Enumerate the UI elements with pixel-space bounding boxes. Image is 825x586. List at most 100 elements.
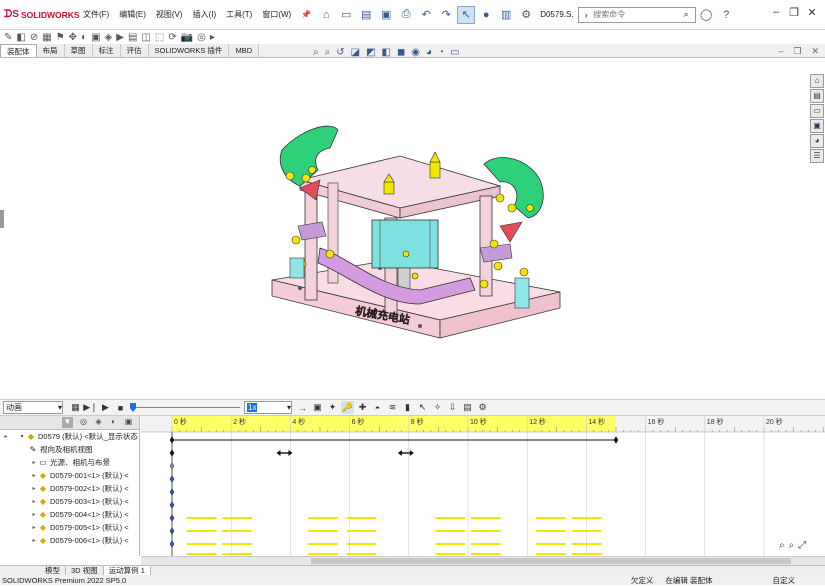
expand-icon[interactable]: ▸ — [30, 485, 38, 492]
change-bar[interactable] — [346, 517, 377, 519]
user-account-icon[interactable]: ◯ — [697, 6, 715, 24]
bill-of-materials-icon[interactable]: ▤ — [128, 32, 137, 43]
tree-item-part[interactable]: ▸ ◆ D0579-003<1> (默认) < — [0, 495, 139, 508]
panel-collapse-handle[interactable] — [0, 210, 4, 228]
tree-item-lights[interactable]: ▸ ▭ 光源、相机与布景 — [0, 456, 139, 469]
expand-icon[interactable]: ▸ — [30, 498, 38, 505]
damper-icon[interactable]: ▮ — [401, 401, 414, 414]
smart-fasteners-icon[interactable]: ⚑ — [56, 32, 65, 43]
command-search[interactable]: › ⌕ — [578, 6, 697, 23]
change-bar[interactable] — [470, 543, 501, 545]
view-key-point[interactable] — [276, 450, 281, 456]
appearances-icon[interactable]: ◕ — [810, 134, 824, 148]
change-bar[interactable] — [186, 517, 217, 519]
change-bar[interactable] — [536, 553, 566, 555]
change-bar[interactable] — [571, 517, 602, 519]
change-bar[interactable] — [346, 530, 377, 532]
pin-icon[interactable]: 📌 — [296, 10, 316, 19]
contact-icon[interactable]: ✧ — [431, 401, 444, 414]
change-bar[interactable] — [186, 530, 217, 532]
save-animation-icon[interactable]: ▣ — [311, 401, 324, 414]
change-bar[interactable] — [435, 530, 466, 532]
force-icon[interactable]: ↖ — [416, 401, 429, 414]
tab-evaluate[interactable]: 评估 — [120, 44, 149, 57]
traffic-light-icon[interactable]: ● — [477, 6, 495, 24]
print-icon[interactable]: ⎙ — [397, 6, 415, 24]
playback-slider[interactable] — [130, 401, 240, 414]
autokey-icon[interactable]: 🔑 — [341, 401, 354, 414]
update-icon[interactable]: ⟳ — [168, 32, 176, 43]
reference-geometry-icon[interactable]: ◈ — [105, 32, 113, 43]
menu-edit[interactable]: 编辑(E) — [114, 9, 151, 20]
previous-view-icon[interactable]: ↺ — [336, 47, 344, 58]
change-bar[interactable] — [435, 553, 466, 555]
play-from-start-icon[interactable]: ▶❘ — [83, 401, 97, 414]
playback-speed-select[interactable]: 1x ▾ — [244, 401, 292, 414]
doc-minimize-icon[interactable]: – — [778, 46, 783, 57]
motor-icon[interactable]: ◓ — [371, 401, 384, 414]
new-document-icon[interactable]: ▭ — [337, 6, 355, 24]
design-library-icon[interactable]: ▤ — [810, 89, 824, 103]
tab-sketch[interactable]: 草图 — [64, 44, 93, 57]
key-point[interactable] — [169, 501, 175, 509]
change-bar[interactable] — [186, 553, 217, 555]
change-bar[interactable] — [435, 543, 466, 545]
spring-icon[interactable]: ≋ — [386, 401, 399, 414]
tab-assembly[interactable]: 装配体 — [0, 44, 37, 57]
view-key-point[interactable] — [409, 450, 414, 456]
change-bar[interactable] — [470, 517, 501, 519]
timeline-area[interactable]: 0 秒 2 秒 4 秒 6 秒 8 秒 10 秒 12 秒 14 秒 16 秒 18 秒 20 秒 — [141, 416, 825, 556]
help-icon[interactable]: ? — [717, 6, 735, 24]
new-motion-study-icon[interactable]: ▶ — [116, 32, 124, 43]
gravity-icon[interactable]: ⇩ — [446, 401, 459, 414]
menu-view[interactable]: 视图(V) — [151, 9, 188, 20]
more-icon[interactable]: ▸ — [210, 32, 215, 43]
filter-icon[interactable]: ▼ — [62, 417, 73, 428]
tab-3d-views[interactable]: 3D 视图 — [66, 566, 104, 575]
doc-close-icon[interactable]: ✕ — [811, 46, 819, 57]
change-bar[interactable] — [536, 543, 566, 545]
menu-tools[interactable]: 工具(T) — [221, 9, 257, 20]
zoom-fit-icon[interactable]: ⤢ — [798, 540, 806, 551]
tree-item-part[interactable]: ▸ ◆ D0579-004<1> (默认) < — [0, 508, 139, 521]
filter-selected-icon[interactable]: ◐ — [108, 417, 119, 428]
calculate-icon[interactable]: ▦ — [69, 401, 82, 414]
show-hidden-icon[interactable]: ◐ — [81, 32, 87, 43]
zoom-area-icon[interactable]: ⌕ — [325, 47, 331, 58]
timeline-scrollbar[interactable] — [141, 556, 825, 565]
tree-item-part[interactable]: ▸ ◆ D0579-002<1> (默认) < — [0, 482, 139, 495]
key-point[interactable] — [613, 436, 619, 444]
search-icon[interactable]: ⌕ — [679, 9, 693, 20]
doc-restore-icon[interactable]: ❐ — [793, 46, 801, 57]
change-bar[interactable] — [186, 543, 217, 545]
change-bar[interactable] — [308, 553, 338, 555]
linear-pattern-icon[interactable]: ▦ — [42, 32, 51, 43]
change-bar[interactable] — [222, 517, 252, 519]
zoom-to-fit-icon[interactable]: ⌕ — [313, 47, 319, 58]
insert-component-icon[interactable]: ◧ — [16, 32, 25, 43]
appearance-icon[interactable]: ◕ — [426, 47, 432, 58]
zoom-out-icon[interactable]: ⌕ — [789, 540, 795, 551]
edit-component-icon[interactable]: ✎ — [4, 32, 12, 43]
status-units[interactable]: 自定义 — [773, 575, 796, 586]
filter-driving-icon[interactable]: ◈ — [93, 417, 104, 428]
results-plots-icon[interactable]: ▤ — [461, 401, 474, 414]
change-bar[interactable] — [470, 530, 501, 532]
search-input[interactable] — [593, 10, 680, 19]
solidworks-logo[interactable]: ᗪS SOLIDWORKS — [0, 9, 80, 20]
change-bar[interactable] — [308, 543, 338, 545]
expand-icon[interactable]: ▾ — [18, 433, 26, 440]
key-point[interactable] — [169, 462, 175, 470]
expand-icon[interactable]: ▸ — [30, 511, 38, 518]
key-point[interactable] — [169, 527, 175, 535]
animation-wizard-icon[interactable]: ✦ — [326, 401, 339, 414]
key-point[interactable] — [169, 475, 175, 483]
zoom-in-icon[interactable]: ⌕ — [779, 540, 785, 551]
change-bar[interactable] — [470, 553, 501, 555]
section-view-icon[interactable]: ◪ — [351, 47, 360, 58]
solidworks-resources-icon[interactable]: ⌂ — [810, 74, 824, 88]
view-settings-icon[interactable]: ▭ — [450, 47, 459, 58]
view-orientation-icon[interactable]: ◧ — [382, 47, 391, 58]
exploded-view-icon[interactable]: ◫ — [141, 32, 150, 43]
tree-item-views[interactable]: ✎ 视向及相机视图 — [0, 443, 139, 456]
